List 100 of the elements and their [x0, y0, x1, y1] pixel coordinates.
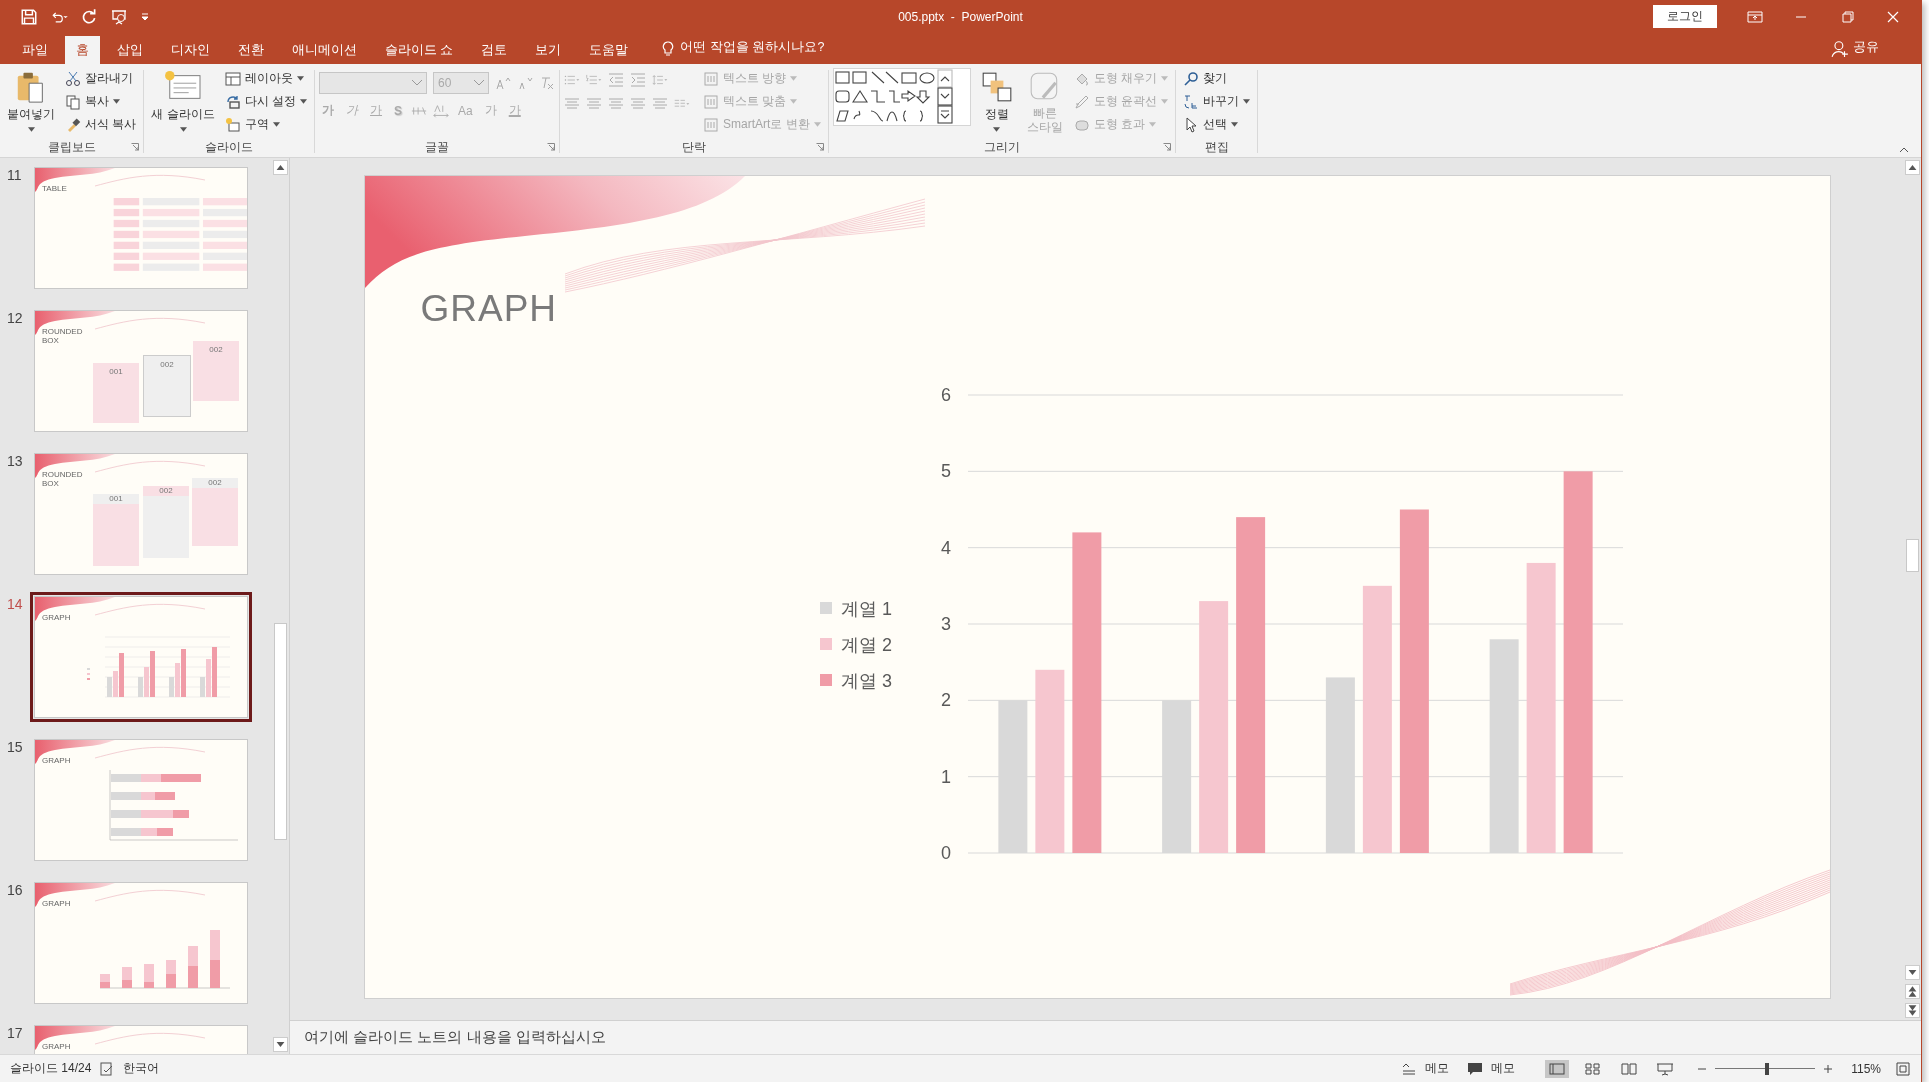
- axis-label: 5: [940, 461, 951, 482]
- scrollbar-thumb[interactable]: [274, 623, 287, 840]
- ribbon-tab[interactable]: 검토: [470, 36, 519, 64]
- slide-thumbnail[interactable]: ROUNDED BOX 001 002 002: [34, 310, 248, 432]
- notes-button[interactable]: 메모: [1425, 1060, 1449, 1077]
- ribbon-tab[interactable]: 디자인: [160, 36, 221, 64]
- caret-icon: [813, 122, 821, 127]
- slide-command[interactable]: 다시 설정: [221, 91, 311, 112]
- close-icon[interactable]: [1885, 10, 1901, 23]
- slide-thumbnail[interactable]: GRAPH: [34, 1025, 248, 1054]
- grow-font-icon[interactable]: [495, 75, 512, 91]
- ribbon-tab[interactable]: 보기: [524, 36, 573, 64]
- card-label: 002: [208, 478, 222, 489]
- decrease-indent-icon[interactable]: [608, 72, 625, 88]
- language-indicator[interactable]: 한국어: [123, 1060, 160, 1077]
- slide-thumbnail[interactable]: ROUNDED BOX 001 002 002: [34, 453, 248, 575]
- clipboard-command[interactable]: 복사: [62, 91, 140, 112]
- next-slide-icon[interactable]: [1905, 1003, 1920, 1018]
- new-slide-button[interactable]: 새 슬라이드: [148, 68, 218, 134]
- redo-icon[interactable]: [80, 7, 98, 26]
- dialog-launcher-icon[interactable]: [547, 143, 556, 151]
- normal-view-icon[interactable]: [1545, 1059, 1569, 1078]
- ribbon-tab[interactable]: 애니메이션: [281, 36, 368, 64]
- card-label: 001: [109, 367, 123, 378]
- collapse-ribbon-icon[interactable]: [1899, 147, 1909, 153]
- character-spacing-icon[interactable]: [433, 102, 450, 119]
- scroll-up-icon[interactable]: [1905, 160, 1920, 175]
- shape-gallery-drawing[interactable]: [832, 68, 971, 126]
- scroll-down-icon[interactable]: [1905, 965, 1920, 980]
- slide-number: 15: [6, 739, 24, 757]
- share-button[interactable]: 공유: [1849, 39, 1921, 64]
- slideshow-start-icon[interactable]: [110, 7, 128, 26]
- thumbnail-title: ROUNDED BOX: [42, 328, 84, 346]
- editing-command[interactable]: 선택: [1180, 114, 1254, 135]
- slide-thumbnail[interactable]: GRAPH: [34, 739, 248, 861]
- caret-icon: [790, 76, 798, 81]
- login-button[interactable]: 로그인: [1653, 5, 1717, 28]
- slide-command[interactable]: 레이아웃: [221, 68, 311, 89]
- dialog-launcher-icon[interactable]: [1163, 143, 1172, 151]
- zoom-level[interactable]: 115%: [1841, 1061, 1881, 1076]
- ribbon-tab[interactable]: 삽입: [106, 36, 154, 64]
- comment-icon: [1467, 1060, 1483, 1077]
- group-label: 단락: [681, 138, 706, 156]
- caret-icon: [993, 127, 1001, 132]
- shrink-font-icon[interactable]: [517, 75, 534, 91]
- comments-button[interactable]: 메모: [1491, 1060, 1515, 1077]
- chart-bar: [188, 946, 198, 966]
- zoom-in-icon[interactable]: [1823, 1063, 1833, 1074]
- increase-indent-icon[interactable]: [630, 72, 647, 88]
- caret-icon: [474, 80, 485, 86]
- scrollbar-thumb[interactable]: [1906, 538, 1919, 572]
- paste-button[interactable]: 붙여넣기: [4, 68, 58, 134]
- clipboard-command[interactable]: 서식 복사: [62, 114, 140, 135]
- editing-command[interactable]: 찾기: [1180, 68, 1254, 89]
- caret-icon: [300, 99, 308, 104]
- person-add-icon[interactable]: [1831, 40, 1849, 58]
- chart-bar: [188, 966, 198, 988]
- editing-command[interactable]: 바꾸기: [1180, 91, 1254, 112]
- slide-command[interactable]: 구역: [221, 114, 311, 135]
- caret-icon: [1161, 99, 1169, 104]
- dialog-launcher-icon[interactable]: [131, 143, 140, 151]
- ribbon-tab[interactable]: 전환: [227, 36, 275, 64]
- caret-icon: [412, 80, 423, 86]
- caret-icon: [1161, 76, 1169, 81]
- ribbon-tab[interactable]: 파일: [11, 36, 59, 64]
- axis-label: 6: [940, 385, 951, 405]
- restore-icon[interactable]: [1839, 10, 1855, 23]
- ribbon-tab[interactable]: 홈: [65, 36, 100, 64]
- previous-slide-icon[interactable]: [1905, 984, 1920, 999]
- slide-thumbnail[interactable]: GRAPH: [34, 882, 248, 1004]
- clear-formatting-icon[interactable]: [539, 75, 556, 91]
- scroll-up-icon[interactable]: [273, 160, 288, 175]
- font-name-field[interactable]: [319, 72, 428, 94]
- tell-me-search[interactable]: 어떤 작업을 원하시나요?: [680, 39, 825, 64]
- ribbon-display-icon[interactable]: [1747, 10, 1763, 23]
- fit-to-window-icon[interactable]: [1895, 1060, 1911, 1077]
- pencil-icon: [1073, 93, 1090, 110]
- lightbulb-icon: [662, 41, 675, 57]
- caret-icon: [1231, 122, 1239, 127]
- save-icon[interactable]: [20, 7, 38, 26]
- text-align-icon: [703, 93, 720, 110]
- slide-number: 14: [6, 596, 24, 614]
- ribbon-tab[interactable]: 도움말: [578, 36, 640, 64]
- slide-thumbnail[interactable]: TABLE: [34, 167, 248, 289]
- ribbon-tab[interactable]: 슬라이드 쇼: [374, 36, 465, 64]
- thumbnail-title: GRAPH: [42, 1043, 72, 1052]
- arrange-button[interactable]: 정렬: [974, 68, 1019, 134]
- scroll-down-icon[interactable]: [273, 1037, 288, 1052]
- caret-icon: [296, 76, 304, 81]
- axis-label: 3: [940, 614, 951, 634]
- layout-icon: [224, 70, 241, 87]
- card-label: 001: [109, 494, 123, 505]
- notes-field[interactable]: 여기에 슬라이드 노트의 내용을 입력하십시오: [290, 1020, 1921, 1054]
- caret-icon: [27, 127, 35, 132]
- replace-icon: [1183, 93, 1200, 110]
- dialog-launcher-icon[interactable]: [815, 143, 824, 151]
- slide-counter: 슬라이드 14/24: [10, 1060, 92, 1077]
- clipboard-command[interactable]: 잘라내기: [62, 68, 140, 89]
- customize-caret-icon[interactable]: [140, 11, 150, 22]
- chart-bar: [210, 930, 220, 960]
